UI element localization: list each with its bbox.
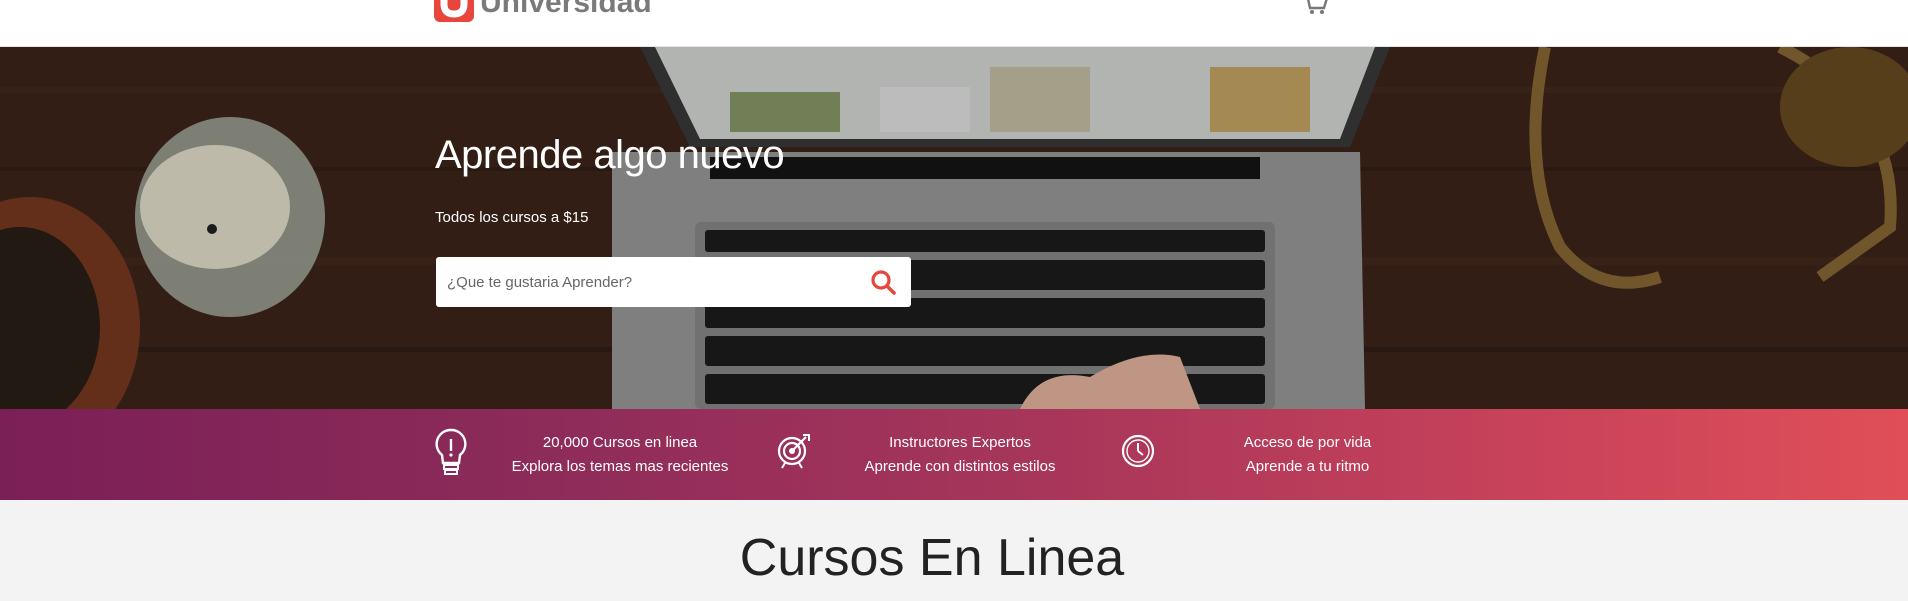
feature-instructors-title: Instructores Expertos xyxy=(889,434,1031,451)
cart-icon[interactable] xyxy=(1300,0,1330,16)
feature-access: Acceso de por vida Aprende a tu ritmo xyxy=(1200,431,1415,479)
feature-courses: 20,000 Cursos en linea Explora los temas… xyxy=(505,431,735,479)
lightbulb-icon xyxy=(434,427,468,484)
feature-access-desc: Aprende a tu ritmo xyxy=(1245,458,1370,475)
feature-courses-title: 20,000 Cursos en linea xyxy=(542,434,698,451)
site-header: Universidad xyxy=(0,0,1908,47)
features-band: 20,000 Cursos en linea Explora los temas… xyxy=(0,409,1908,500)
section-title: Cursos En Linea xyxy=(739,529,1125,587)
feature-access-title: Acceso de por vida xyxy=(1243,434,1372,451)
search-input[interactable] xyxy=(436,257,856,307)
logo-text: Universidad xyxy=(480,0,652,19)
target-icon xyxy=(777,433,811,474)
hero-title: Aprende algo nuevo xyxy=(435,133,785,177)
feature-instructors-desc: Aprende con distintos estilos xyxy=(864,458,1056,475)
logo[interactable]: Universidad xyxy=(434,0,652,22)
feature-courses-desc: Explora los temas mas recientes xyxy=(511,458,729,475)
feature-instructors: Instructores Expertos Aprende con distin… xyxy=(850,431,1070,479)
hero-banner: Aprende algo nuevo Todos los cursos a $1… xyxy=(0,47,1908,409)
logo-mark-icon xyxy=(434,0,474,22)
clock-icon xyxy=(1121,434,1155,473)
search-bar xyxy=(436,257,911,307)
search-icon[interactable] xyxy=(869,268,897,296)
hero-subtitle: Todos los cursos a $15 xyxy=(435,209,589,226)
hero-overlay xyxy=(0,47,1908,409)
